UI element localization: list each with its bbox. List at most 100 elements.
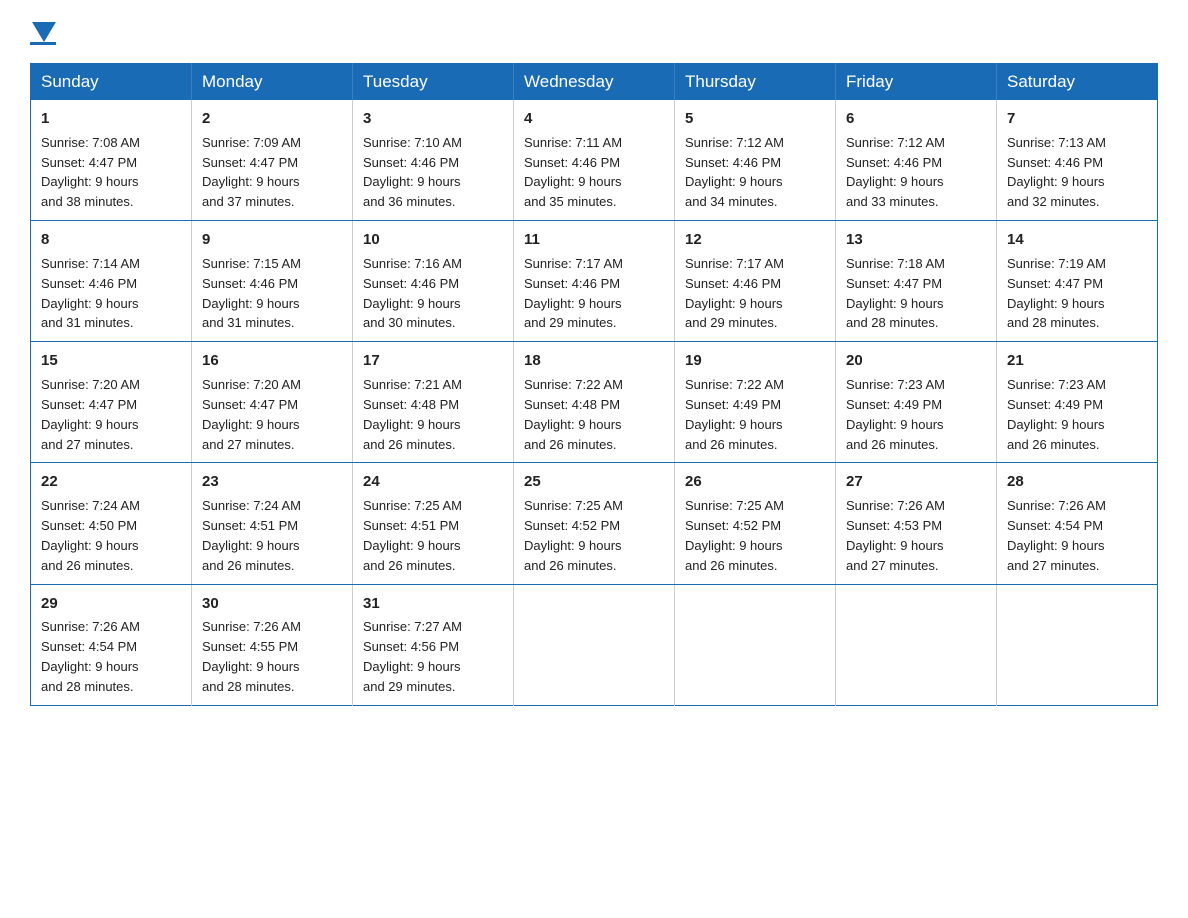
daylight-minutes: and 29 minutes. — [524, 315, 617, 330]
calendar-header-sunday: Sunday — [31, 64, 192, 101]
sunrise-info: Sunrise: 7:20 AM — [202, 377, 301, 392]
daylight-info: Daylight: 9 hours — [363, 417, 461, 432]
daylight-minutes: and 27 minutes. — [846, 558, 939, 573]
day-number: 5 — [685, 108, 825, 130]
daylight-info: Daylight: 9 hours — [846, 538, 944, 553]
daylight-minutes: and 29 minutes. — [685, 315, 778, 330]
calendar-cell: 6 Sunrise: 7:12 AM Sunset: 4:46 PM Dayli… — [836, 100, 997, 221]
sunset-info: Sunset: 4:46 PM — [41, 276, 137, 291]
daylight-minutes: and 29 minutes. — [363, 679, 456, 694]
day-number: 24 — [363, 471, 503, 493]
sunset-info: Sunset: 4:47 PM — [202, 397, 298, 412]
calendar-cell: 18 Sunrise: 7:22 AM Sunset: 4:48 PM Dayl… — [514, 342, 675, 463]
calendar-cell: 5 Sunrise: 7:12 AM Sunset: 4:46 PM Dayli… — [675, 100, 836, 221]
sunrise-info: Sunrise: 7:26 AM — [846, 498, 945, 513]
day-number: 11 — [524, 229, 664, 251]
calendar-cell: 15 Sunrise: 7:20 AM Sunset: 4:47 PM Dayl… — [31, 342, 192, 463]
daylight-minutes: and 27 minutes. — [41, 437, 134, 452]
daylight-info: Daylight: 9 hours — [524, 174, 622, 189]
sunset-info: Sunset: 4:49 PM — [1007, 397, 1103, 412]
calendar-cell — [675, 584, 836, 705]
daylight-minutes: and 26 minutes. — [685, 437, 778, 452]
sunrise-info: Sunrise: 7:12 AM — [846, 135, 945, 150]
day-number: 28 — [1007, 471, 1147, 493]
daylight-info: Daylight: 9 hours — [1007, 538, 1105, 553]
day-number: 1 — [41, 108, 181, 130]
daylight-minutes: and 28 minutes. — [41, 679, 134, 694]
sunset-info: Sunset: 4:51 PM — [202, 518, 298, 533]
calendar-cell: 23 Sunrise: 7:24 AM Sunset: 4:51 PM Dayl… — [192, 463, 353, 584]
sunset-info: Sunset: 4:47 PM — [202, 155, 298, 170]
daylight-minutes: and 33 minutes. — [846, 194, 939, 209]
daylight-info: Daylight: 9 hours — [41, 417, 139, 432]
calendar-cell: 30 Sunrise: 7:26 AM Sunset: 4:55 PM Dayl… — [192, 584, 353, 705]
day-number: 3 — [363, 108, 503, 130]
daylight-minutes: and 38 minutes. — [41, 194, 134, 209]
calendar-cell: 29 Sunrise: 7:26 AM Sunset: 4:54 PM Dayl… — [31, 584, 192, 705]
sunset-info: Sunset: 4:52 PM — [524, 518, 620, 533]
day-number: 31 — [363, 593, 503, 615]
sunset-info: Sunset: 4:47 PM — [41, 397, 137, 412]
day-number: 26 — [685, 471, 825, 493]
day-number: 25 — [524, 471, 664, 493]
daylight-minutes: and 26 minutes. — [1007, 437, 1100, 452]
day-number: 6 — [846, 108, 986, 130]
daylight-info: Daylight: 9 hours — [41, 538, 139, 553]
calendar-table: SundayMondayTuesdayWednesdayThursdayFrid… — [30, 63, 1158, 706]
logo-underline — [30, 42, 56, 45]
sunrise-info: Sunrise: 7:21 AM — [363, 377, 462, 392]
sunrise-info: Sunrise: 7:22 AM — [685, 377, 784, 392]
sunset-info: Sunset: 4:47 PM — [41, 155, 137, 170]
sunset-info: Sunset: 4:49 PM — [846, 397, 942, 412]
daylight-info: Daylight: 9 hours — [685, 174, 783, 189]
calendar-cell: 8 Sunrise: 7:14 AM Sunset: 4:46 PM Dayli… — [31, 221, 192, 342]
daylight-info: Daylight: 9 hours — [202, 296, 300, 311]
sunset-info: Sunset: 4:54 PM — [41, 639, 137, 654]
daylight-info: Daylight: 9 hours — [202, 659, 300, 674]
daylight-info: Daylight: 9 hours — [202, 538, 300, 553]
sunset-info: Sunset: 4:47 PM — [846, 276, 942, 291]
sunset-info: Sunset: 4:53 PM — [846, 518, 942, 533]
calendar-header-tuesday: Tuesday — [353, 64, 514, 101]
sunrise-info: Sunrise: 7:24 AM — [41, 498, 140, 513]
day-number: 22 — [41, 471, 181, 493]
daylight-minutes: and 35 minutes. — [524, 194, 617, 209]
calendar-cell: 24 Sunrise: 7:25 AM Sunset: 4:51 PM Dayl… — [353, 463, 514, 584]
calendar-cell — [836, 584, 997, 705]
daylight-info: Daylight: 9 hours — [685, 296, 783, 311]
day-number: 9 — [202, 229, 342, 251]
day-number: 12 — [685, 229, 825, 251]
sunset-info: Sunset: 4:46 PM — [846, 155, 942, 170]
daylight-info: Daylight: 9 hours — [685, 538, 783, 553]
sunset-info: Sunset: 4:46 PM — [1007, 155, 1103, 170]
daylight-minutes: and 36 minutes. — [363, 194, 456, 209]
sunset-info: Sunset: 4:46 PM — [363, 276, 459, 291]
logo — [30, 20, 56, 45]
sunset-info: Sunset: 4:50 PM — [41, 518, 137, 533]
day-number: 18 — [524, 350, 664, 372]
day-number: 14 — [1007, 229, 1147, 251]
sunrise-info: Sunrise: 7:22 AM — [524, 377, 623, 392]
sunset-info: Sunset: 4:51 PM — [363, 518, 459, 533]
calendar-cell: 26 Sunrise: 7:25 AM Sunset: 4:52 PM Dayl… — [675, 463, 836, 584]
daylight-info: Daylight: 9 hours — [41, 659, 139, 674]
day-number: 27 — [846, 471, 986, 493]
calendar-cell: 14 Sunrise: 7:19 AM Sunset: 4:47 PM Dayl… — [997, 221, 1158, 342]
sunrise-info: Sunrise: 7:23 AM — [846, 377, 945, 392]
daylight-info: Daylight: 9 hours — [41, 296, 139, 311]
calendar-header-friday: Friday — [836, 64, 997, 101]
calendar-cell: 25 Sunrise: 7:25 AM Sunset: 4:52 PM Dayl… — [514, 463, 675, 584]
calendar-cell: 4 Sunrise: 7:11 AM Sunset: 4:46 PM Dayli… — [514, 100, 675, 221]
day-number: 17 — [363, 350, 503, 372]
day-number: 2 — [202, 108, 342, 130]
daylight-info: Daylight: 9 hours — [363, 174, 461, 189]
day-number: 16 — [202, 350, 342, 372]
calendar-header-saturday: Saturday — [997, 64, 1158, 101]
sunrise-info: Sunrise: 7:18 AM — [846, 256, 945, 271]
daylight-info: Daylight: 9 hours — [846, 296, 944, 311]
daylight-info: Daylight: 9 hours — [846, 417, 944, 432]
sunrise-info: Sunrise: 7:17 AM — [524, 256, 623, 271]
sunset-info: Sunset: 4:46 PM — [524, 276, 620, 291]
sunrise-info: Sunrise: 7:09 AM — [202, 135, 301, 150]
daylight-info: Daylight: 9 hours — [524, 417, 622, 432]
